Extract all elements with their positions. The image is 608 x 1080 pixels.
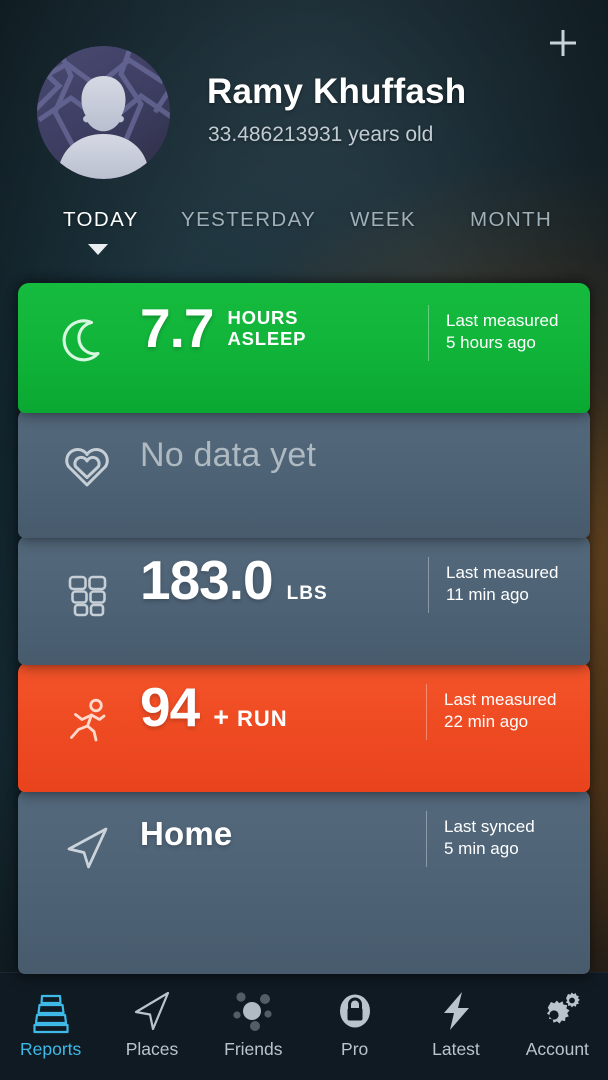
activity-meta-line2: 22 min ago bbox=[444, 712, 529, 732]
nav-item-latest[interactable]: Latest bbox=[405, 973, 506, 1080]
active-tab-indicator bbox=[88, 244, 108, 255]
weight-meta-line1: Last measured bbox=[446, 563, 559, 582]
lightning-bolt-icon bbox=[431, 985, 481, 1037]
nav-item-places[interactable]: Places bbox=[101, 973, 202, 1080]
social-dots-icon bbox=[228, 985, 278, 1037]
location-meta-divider bbox=[426, 811, 427, 867]
location-name: Home bbox=[140, 815, 233, 852]
navigation-arrow-icon bbox=[56, 817, 118, 879]
user-name: Ramy Khuffash bbox=[207, 72, 467, 111]
nav-label-latest: Latest bbox=[432, 1039, 480, 1059]
tab-today[interactable]: TODAY bbox=[63, 208, 139, 232]
activity-plus-sign: + bbox=[213, 702, 229, 732]
sleep-meta-line2: 5 hours ago bbox=[446, 333, 536, 353]
activity-value: 94 bbox=[140, 676, 200, 738]
activity-value-group: 94 + RUN bbox=[140, 680, 288, 735]
sleep-unit-line1: HOURS bbox=[227, 307, 299, 328]
tab-week[interactable]: WEEK bbox=[350, 208, 416, 232]
heart-no-data-text: No data yet bbox=[140, 436, 317, 474]
default-user-avatar-icon bbox=[37, 46, 170, 179]
add-button[interactable] bbox=[542, 22, 584, 64]
weight-value: 183.0 bbox=[140, 549, 274, 611]
sleep-meta-divider bbox=[428, 305, 429, 361]
user-age: 33.486213931 years old bbox=[208, 123, 434, 146]
nav-label-account: Account bbox=[525, 1039, 589, 1059]
card-activity[interactable]: 94 + RUN Last measured 22 min ago bbox=[18, 662, 590, 792]
navigation-arrow-icon bbox=[127, 985, 177, 1037]
location-meta: Last synced 5 min ago bbox=[444, 816, 535, 861]
activity-meta-line1: Last measured bbox=[444, 690, 557, 709]
bottom-navigation-bar: Reports Places Friends Pro Latest Accoun… bbox=[0, 972, 608, 1080]
metric-card-stack: 7.7 HOURS ASLEEP Last measured 5 hours a… bbox=[0, 283, 608, 983]
location-meta-line1: Last synced bbox=[444, 817, 535, 836]
weight-meta-divider bbox=[428, 557, 429, 613]
weight-value-group: 183.0 LBS bbox=[140, 553, 328, 608]
scale-grid-icon bbox=[56, 563, 118, 625]
activity-unit: RUN bbox=[236, 706, 288, 731]
running-person-icon bbox=[56, 690, 118, 752]
sleep-meta: Last measured 5 hours ago bbox=[446, 310, 558, 355]
gears-icon bbox=[532, 985, 582, 1037]
card-sleep[interactable]: 7.7 HOURS ASLEEP Last measured 5 hours a… bbox=[18, 283, 590, 413]
activity-meta: Last measured 22 min ago bbox=[444, 689, 556, 734]
nav-label-pro: Pro bbox=[341, 1039, 369, 1059]
nav-label-reports: Reports bbox=[20, 1039, 82, 1059]
sleep-unit-line2: ASLEEP bbox=[227, 328, 307, 350]
nav-item-account[interactable]: Account bbox=[507, 973, 608, 1080]
card-heart-rate[interactable]: No data yet bbox=[18, 408, 590, 538]
tab-month[interactable]: MONTH bbox=[470, 208, 552, 232]
moon-icon bbox=[56, 311, 118, 373]
lock-icon bbox=[330, 985, 380, 1037]
nav-item-reports[interactable]: Reports bbox=[0, 973, 101, 1080]
activity-meta-divider bbox=[426, 684, 427, 740]
nav-item-friends[interactable]: Friends bbox=[203, 973, 304, 1080]
nav-item-pro[interactable]: Pro bbox=[304, 973, 405, 1080]
sleep-value-group: 7.7 HOURS ASLEEP bbox=[140, 301, 306, 356]
card-weight[interactable]: 183.0 LBS Last measured 11 min ago bbox=[18, 535, 590, 665]
sleep-unit: HOURS ASLEEP bbox=[227, 301, 306, 349]
period-tab-bar: TODAY YESTERDAY WEEK MONTH bbox=[0, 208, 608, 270]
plus-icon bbox=[550, 30, 576, 56]
stacked-layers-icon bbox=[26, 985, 76, 1037]
nav-label-friends: Friends bbox=[224, 1039, 283, 1059]
weight-meta-line2: 11 min ago bbox=[446, 585, 529, 605]
avatar[interactable] bbox=[37, 46, 170, 179]
heart-icon bbox=[56, 436, 118, 498]
tab-yesterday[interactable]: YESTERDAY bbox=[181, 208, 316, 232]
card-location[interactable]: Home Last synced 5 min ago bbox=[18, 789, 590, 974]
weight-meta: Last measured 11 min ago bbox=[446, 562, 558, 607]
profile-header: Ramy Khuffash 33.486213931 years old bbox=[0, 0, 608, 200]
sleep-value: 7.7 bbox=[140, 297, 214, 359]
nav-label-places: Places bbox=[125, 1039, 179, 1059]
sleep-meta-line1: Last measured bbox=[446, 311, 559, 330]
app-screen: Ramy Khuffash 33.486213931 years old TOD… bbox=[0, 0, 608, 1080]
weight-unit: LBS bbox=[286, 583, 328, 604]
location-meta-line2: 5 min ago bbox=[444, 839, 519, 859]
